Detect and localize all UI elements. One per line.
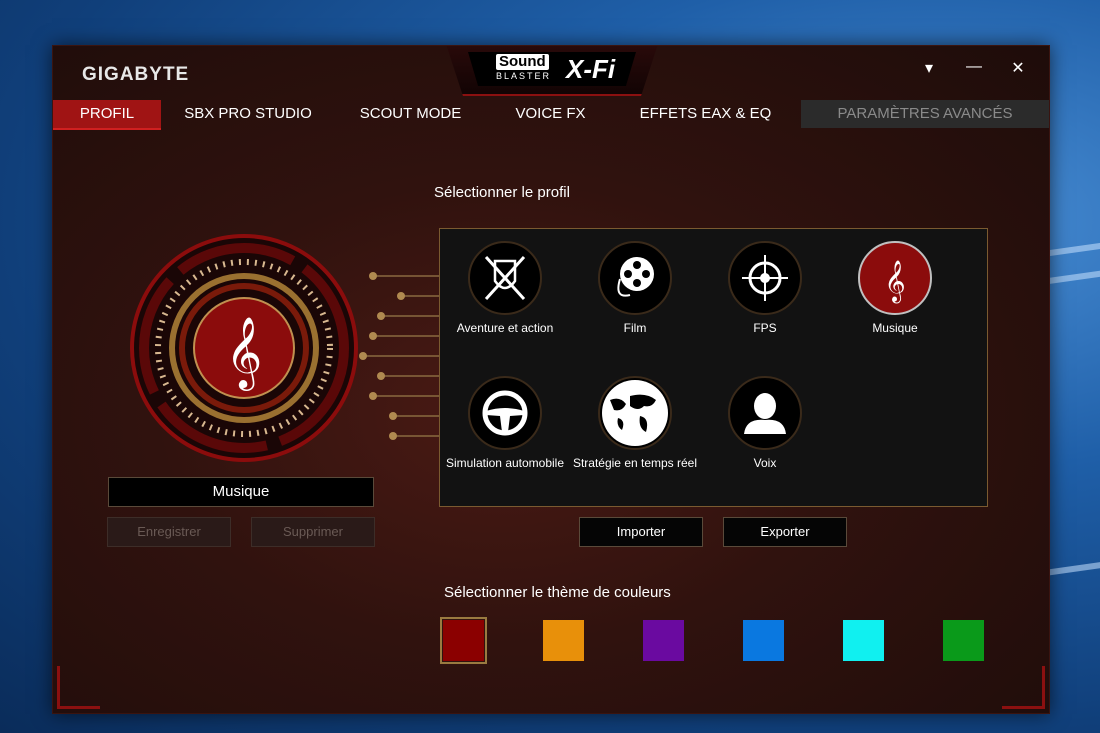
main-tabs: PROFIL SBX PRO STUDIO SCOUT MODE VOICE F… [53, 100, 1049, 130]
frame-corner [57, 666, 100, 709]
dropdown-menu-icon[interactable]: ▾ [917, 58, 941, 78]
logo-sound-text: Sound [496, 54, 549, 70]
profile-item-voix[interactable]: Voix [700, 376, 830, 471]
tab-voice-fx[interactable]: VOICE FX [498, 100, 603, 128]
steering-wheel-icon [468, 376, 542, 450]
tab-scout-mode[interactable]: SCOUT MODE [343, 100, 478, 128]
profile-label: Musique [872, 321, 918, 335]
profile-label: Stratégie en temps réel [572, 456, 698, 470]
treble-clef-icon: 𝄞 [858, 241, 932, 315]
profile-label: Aventure et action [456, 321, 554, 335]
profile-label: Simulation automobile [445, 456, 565, 470]
profile-item-simulation-automobile[interactable]: Simulation automobile [440, 376, 570, 471]
theme-swatch-blue[interactable] [743, 620, 784, 661]
theme-section-title: Sélectionner le thème de couleurs [444, 584, 671, 601]
profile-label: Film [623, 321, 647, 335]
theme-swatch-green[interactable] [943, 620, 984, 661]
delete-button[interactable]: Supprimer [251, 517, 375, 547]
globe-icon [598, 376, 672, 450]
profile-label: FPS [753, 321, 777, 335]
tab-parametres-avances[interactable]: PARAMÈTRES AVANCÉS [801, 100, 1049, 128]
treble-clef-icon: 𝄞 [226, 315, 263, 391]
person-icon [728, 376, 802, 450]
save-button[interactable]: Enregistrer [107, 517, 231, 547]
svg-text:𝄞: 𝄞 [884, 260, 905, 303]
brand-logo: GIGABYTE [82, 64, 190, 85]
theme-swatch-red[interactable] [440, 617, 487, 664]
profile-label: Voix [753, 456, 777, 470]
frame-corner [1002, 666, 1045, 709]
film-reel-icon [598, 241, 672, 315]
title-bar[interactable]: GIGABYTE Sound BLASTER X-Fi 5 ▾ — ✕ [53, 46, 1049, 101]
minimize-button[interactable]: — [962, 58, 986, 76]
profile-grid: Aventure et action Film FPS 𝄞 Musique Si… [439, 228, 988, 507]
profile-item-strategie[interactable]: Stratégie en temps réel [570, 376, 700, 471]
export-button[interactable]: Exporter [723, 517, 847, 547]
selected-profile-dial: 𝄞 [130, 234, 358, 462]
crossed-swords-shield-icon [468, 241, 542, 315]
profile-item-fps[interactable]: FPS [700, 241, 830, 336]
crosshair-icon [728, 241, 802, 315]
profile-item-aventure-action[interactable]: Aventure et action [440, 241, 570, 336]
close-button[interactable]: ✕ [1006, 58, 1030, 78]
theme-swatch-purple[interactable] [643, 620, 684, 661]
app-window: GIGABYTE Sound BLASTER X-Fi 5 ▾ — ✕ PROF… [52, 45, 1050, 714]
tab-effets-eax-eq[interactable]: EFFETS EAX & EQ [628, 100, 783, 128]
profile-item-musique[interactable]: 𝄞 Musique [830, 241, 960, 336]
logo-blaster-text: BLASTER [496, 71, 552, 81]
tab-profil[interactable]: PROFIL [53, 100, 161, 130]
profile-name-field[interactable]: Musique [108, 477, 374, 507]
tab-sbx-pro-studio[interactable]: SBX PRO STUDIO [173, 100, 323, 128]
import-button[interactable]: Importer [579, 517, 703, 547]
theme-swatch-cyan[interactable] [843, 620, 884, 661]
sound-blaster-logo: Sound BLASTER X-Fi 5 [446, 46, 658, 96]
theme-swatch-orange[interactable] [543, 620, 584, 661]
profile-section-title: Sélectionner le profil [434, 184, 570, 201]
dial-connector-lines [359, 272, 443, 440]
profile-item-film[interactable]: Film [570, 241, 700, 336]
